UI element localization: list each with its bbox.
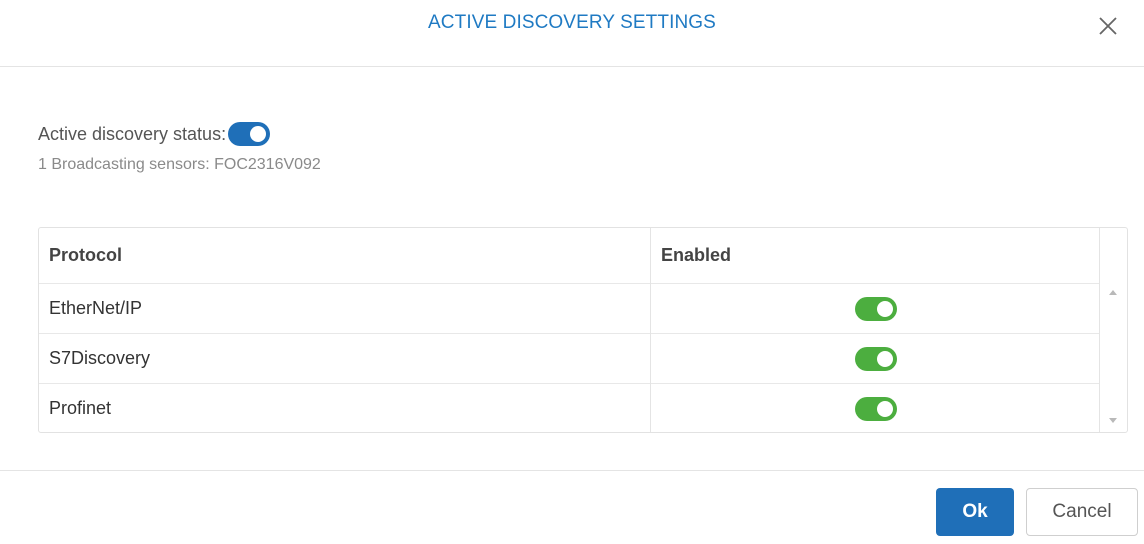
toggle-knob [877, 350, 893, 367]
toggle-knob [877, 300, 893, 317]
enabled-toggle-s7discovery[interactable] [855, 334, 897, 383]
toggle-knob [877, 400, 893, 417]
dialog-header: ACTIVE DISCOVERY SETTINGS [0, 0, 1144, 67]
table-row: EtherNet/IP [39, 284, 1100, 334]
table-row: S7Discovery [39, 334, 1100, 384]
toggle-switch[interactable] [855, 396, 897, 421]
footer-divider [0, 470, 1144, 471]
table-header-row: Protocol Enabled [39, 228, 1100, 284]
cancel-button[interactable]: Cancel [1026, 488, 1138, 536]
table-scrollbar[interactable] [1099, 228, 1127, 432]
ok-button[interactable]: Ok [936, 488, 1014, 536]
column-divider [650, 228, 651, 432]
column-header-protocol: Protocol [49, 245, 123, 265]
toggle-switch[interactable] [855, 346, 897, 371]
dialog-title: ACTIVE DISCOVERY SETTINGS [428, 12, 716, 33]
enabled-toggle-profinet[interactable] [855, 384, 897, 433]
column-header-enabled: Enabled [661, 245, 732, 265]
active-discovery-toggle[interactable] [228, 122, 271, 146]
protocol-table: Protocol Enabled EtherNet/IP S7Discovery… [38, 227, 1128, 433]
scroll-down-arrow-icon[interactable] [1109, 418, 1117, 423]
protocol-name: S7Discovery [49, 348, 151, 368]
active-discovery-status-label: Active discovery status: [38, 123, 227, 144]
table-row: Profinet [39, 384, 1100, 433]
close-icon[interactable] [1096, 14, 1120, 38]
enabled-toggle-ethernet-ip[interactable] [855, 284, 897, 333]
scroll-up-arrow-icon[interactable] [1109, 290, 1117, 295]
protocol-name: Profinet [49, 398, 112, 418]
broadcasting-sensors-text: 1 Broadcasting sensors: FOC2316V092 [38, 156, 321, 173]
toggle-switch[interactable] [855, 296, 897, 321]
active-discovery-status: Active discovery status: [38, 122, 271, 146]
toggle-knob [250, 126, 267, 142]
protocol-name: EtherNet/IP [49, 298, 143, 318]
